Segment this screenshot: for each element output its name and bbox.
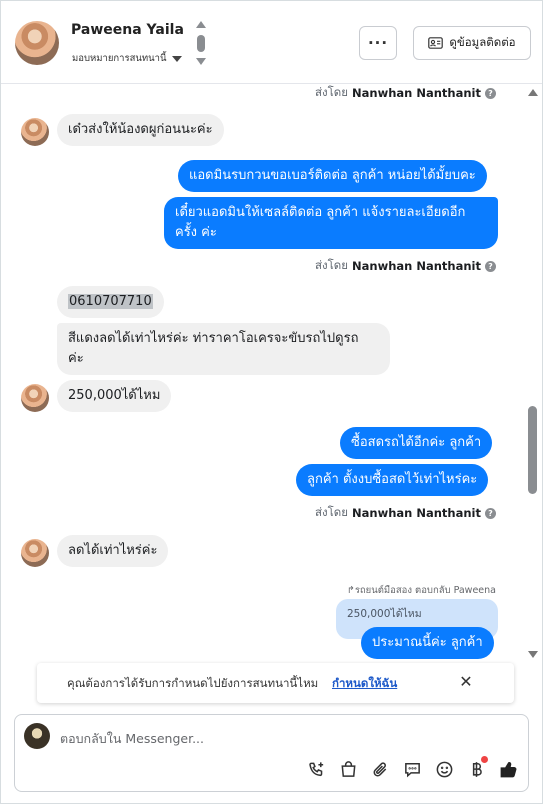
message-line: ครั้ง ค่ะ [175,225,217,240]
more-options-button[interactable]: ··· [359,26,397,60]
assign-conversation-dropdown[interactable]: มอบหมายการสนทนานี้ [72,51,182,66]
view-contact-button[interactable]: ดูข้อมูลติดต่อ [413,26,531,60]
notification-dot [481,756,488,763]
help-icon[interactable]: ? [485,87,496,99]
view-contact-label: ดูข้อมูลติดต่อ [449,35,516,49]
baht-payment-icon[interactable] [465,756,488,780]
shop-bag-icon[interactable] [337,758,360,780]
reply-context-note: ↱รถยนต์มือสอง ตอบกลับ Paweena [346,585,496,596]
incoming-message[interactable]: เด๋วส่งให้น้องดผูก่อนนะค่ะ [57,114,224,146]
arrow-down-icon[interactable] [196,58,206,65]
help-icon[interactable]: ? [485,507,496,519]
assign-prompt-banner: คุณต้องการได้รับการกำหนดไปยังการสนทนานี้… [37,663,514,703]
sent-by-prefix: ส่งโดย [314,85,349,99]
scrollbar-thumb[interactable] [528,406,537,494]
sender-avatar[interactable] [21,118,49,146]
composer-toolbar [305,756,520,780]
message-line: สีแดงลดได้เท่าไหร่ค่ะ ท่าราคาโอเครจะขับร… [68,331,359,346]
call-icon[interactable] [305,758,328,780]
conversation-header: Paweena Yaila มอบหมายการสนทนานี้ ··· ดูข… [1,1,542,84]
message-line: ค่ะ [68,351,84,366]
assign-to-me-link[interactable]: กำหนดให้ฉัน [332,675,397,693]
outgoing-message[interactable]: ซื้อสดรถได้อีกค่ะ ลูกค้า [340,427,493,459]
message-composer[interactable]: ตอบกลับใน Messenger... [14,714,529,792]
message-thread[interactable]: ส่งโดย Nanwhan Nanthanit ? เด๋วส่งให้น้อ… [1,84,542,664]
sender-name: Nanwhan Nanthanit [352,506,481,520]
outgoing-message[interactable]: ประมาณนี้ค่ะ ลูกค้า [361,627,494,659]
emoji-icon[interactable] [433,758,456,780]
close-icon[interactable]: ✕ [458,672,474,692]
sender-name: Nanwhan Nanthanit [352,86,481,100]
incoming-message[interactable]: สีแดงลดได้เท่าไหร่ค่ะ ท่าราคาโอเครจะขับร… [57,323,390,375]
outgoing-message[interactable]: ลูกค้า ตั้งงบซื้อสดไว้เท่าไหร่คะ [296,464,489,496]
message-line: เดี๋ยวแอดมินให้เซลล์ติดต่อ ลูกค้า แจ้งรา… [175,205,466,220]
thread-scrollbar[interactable] [526,84,540,664]
outgoing-message[interactable]: แอดมินรบกวนขอเบอร์ติดต่อ ลูกค้า หน่อยได้… [178,160,487,192]
sent-by-prefix: ส่งโดย [314,505,349,519]
incoming-message[interactable]: ลดได้เท่าไหร่ค่ะ [57,535,169,567]
assign-prompt-text: คุณต้องการได้รับการกำหนดไปยังการสนทนานี้… [67,676,319,690]
header-scroll-control[interactable] [195,21,207,65]
incoming-message[interactable]: 250,000ได้ไหม [57,380,172,412]
scroll-thumb[interactable] [197,35,205,52]
arrow-up-icon[interactable] [196,21,206,28]
attachment-icon[interactable] [369,758,392,780]
scroll-down-icon[interactable] [528,651,538,658]
contact-avatar[interactable] [15,21,59,65]
reply-input[interactable]: ตอบกลับใน Messenger... [60,729,204,749]
sender-avatar[interactable] [21,539,49,567]
sender-avatar[interactable] [21,384,49,412]
phone-number[interactable]: 0610707710 [68,294,153,309]
sender-name: Nanwhan Nanthanit [352,259,481,273]
page-avatar [24,723,50,749]
contact-card-icon [428,37,444,49]
sent-by-line: ส่งโดย Nanwhan Nanthanit ? [315,504,496,522]
saved-replies-icon[interactable] [401,758,424,780]
contact-name[interactable]: Paweena Yaila [71,22,184,38]
scroll-up-icon[interactable] [528,89,538,96]
caret-down-icon [171,55,182,62]
help-icon[interactable]: ? [485,260,496,272]
sent-by-prefix: ส่งโดย [314,258,349,272]
messenger-window: Paweena Yaila มอบหมายการสนทนานี้ ··· ดูข… [0,0,543,804]
sent-by-line: ส่งโดย Nanwhan Nanthanit ? [315,257,496,275]
incoming-message[interactable]: 0610707710 [57,286,164,318]
sent-by-line: ส่งโดย Nanwhan Nanthanit ? [315,84,496,102]
outgoing-message[interactable]: เดี๋ยวแอดมินให้เซลล์ติดต่อ ลูกค้า แจ้งรา… [164,197,498,249]
assign-label: มอบหมายการสนทนานี้ [72,53,167,64]
thumbs-up-icon[interactable] [497,758,520,780]
